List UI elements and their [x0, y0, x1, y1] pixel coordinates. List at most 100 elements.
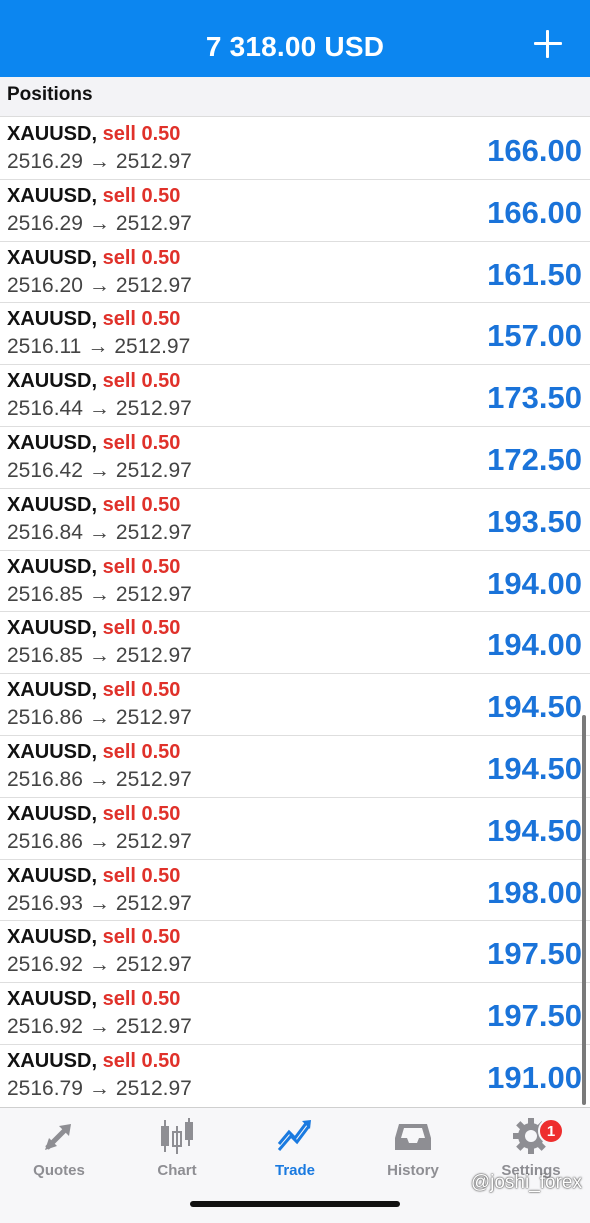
position-prices: 2516.29 → 2512.97: [7, 212, 192, 236]
position-row[interactable]: XAUUSD, sell 0.50 2516.86 → 2512.97 194.50: [0, 674, 590, 736]
positions-section-header: Positions: [0, 77, 590, 117]
position-title: XAUUSD, sell 0.50: [7, 369, 180, 393]
current-price: 2512.97: [115, 520, 192, 544]
position-type: sell 0.50: [102, 617, 181, 640]
tab-trade[interactable]: Trade: [236, 1116, 354, 1188]
position-row[interactable]: XAUUSD, sell 0.50 2516.42 → 2512.97 172.50: [0, 426, 590, 489]
position-row[interactable]: XAUUSD, sell 0.50 2516.29 → 2512.97 166.00: [0, 118, 590, 180]
position-row[interactable]: XAUUSD, sell 0.50 2516.86 → 2512.97 194.50: [0, 797, 590, 860]
section-title: Positions: [7, 84, 93, 105]
position-row[interactable]: XAUUSD, sell 0.50 2516.85 → 2512.97 194.00: [0, 550, 590, 613]
header-bar: 7 318.00 USD: [0, 0, 590, 77]
position-symbol: XAUUSD: [7, 926, 92, 949]
position-row[interactable]: XAUUSD, sell 0.50 2516.44 → 2512.97 173.50: [0, 365, 590, 427]
current-price: 2512.97: [115, 706, 192, 730]
position-type: sell 0.50: [102, 246, 181, 269]
position-profit: 194.50: [487, 812, 582, 848]
tab-chart[interactable]: Chart: [118, 1116, 236, 1188]
separator: ,: [91, 1049, 103, 1072]
current-price: 2512.97: [115, 273, 192, 297]
position-row[interactable]: XAUUSD, sell 0.50 2516.11 → 2512.97 157.00: [0, 303, 590, 366]
position-title: XAUUSD, sell 0.50: [7, 122, 180, 146]
separator: ,: [91, 370, 103, 393]
tab-chart-label: Chart: [157, 1162, 197, 1179]
position-prices: 2516.42 → 2512.97: [7, 459, 192, 483]
position-prices: 2516.85 → 2512.97: [7, 583, 192, 607]
open-price: 2516.44: [7, 397, 83, 421]
position-row[interactable]: XAUUSD, sell 0.50 2516.20 → 2512.97 161.50: [0, 241, 590, 304]
position-symbol: XAUUSD: [7, 431, 92, 454]
arrow-right-icon: →: [88, 458, 110, 482]
separator: ,: [91, 123, 103, 145]
position-row[interactable]: XAUUSD, sell 0.50 2516.93 → 2512.97 198.00: [0, 859, 590, 922]
arrow-right-icon: →: [88, 1015, 110, 1039]
position-type: sell 0.50: [102, 988, 181, 1011]
open-price: 2516.86: [7, 829, 83, 853]
position-type: sell 0.50: [102, 123, 181, 145]
separator: ,: [91, 617, 103, 640]
tab-quotes[interactable]: Quotes: [0, 1116, 118, 1188]
arrow-right-icon: →: [88, 582, 110, 606]
position-type: sell 0.50: [102, 740, 181, 763]
position-title: XAUUSD, sell 0.50: [7, 184, 180, 208]
position-profit: 157.00: [487, 318, 582, 354]
separator: ,: [91, 988, 103, 1011]
arrow-right-icon: →: [88, 706, 110, 730]
position-profit: 194.00: [487, 565, 582, 601]
position-row[interactable]: XAUUSD, sell 0.50 2516.84 → 2512.97 193.50: [0, 488, 590, 551]
position-profit: 191.00: [487, 1059, 582, 1095]
open-price: 2516.79: [7, 1076, 83, 1100]
separator: ,: [91, 926, 103, 949]
open-price: 2516.85: [7, 644, 83, 668]
position-profit: 194.50: [487, 689, 582, 725]
separator: ,: [91, 679, 103, 702]
position-type: sell 0.50: [102, 370, 181, 393]
notification-badge: 1: [538, 1118, 564, 1144]
position-type: sell 0.50: [102, 864, 181, 887]
position-type: sell 0.50: [102, 308, 181, 331]
position-row[interactable]: XAUUSD, sell 0.50 2516.79 → 2512.97 191.00: [0, 1044, 590, 1105]
position-title: XAUUSD, sell 0.50: [7, 431, 180, 455]
position-row[interactable]: XAUUSD, sell 0.50 2516.85 → 2512.97 194.00: [0, 612, 590, 675]
arrow-right-icon: →: [88, 1076, 110, 1100]
position-symbol: XAUUSD: [7, 1049, 92, 1072]
position-type: sell 0.50: [102, 493, 181, 516]
position-row[interactable]: XAUUSD, sell 0.50 2516.92 → 2512.97 197.50: [0, 921, 590, 984]
position-row[interactable]: XAUUSD, sell 0.50 2516.86 → 2512.97 194.50: [0, 735, 590, 798]
separator: ,: [91, 555, 103, 578]
position-title: XAUUSD, sell 0.50: [7, 246, 180, 270]
tab-history[interactable]: History: [354, 1116, 472, 1188]
trade-trend-icon: [277, 1120, 311, 1151]
history-inbox-icon: [395, 1124, 431, 1150]
position-type: sell 0.50: [102, 1049, 181, 1072]
position-prices: 2516.84 → 2512.97: [7, 521, 192, 545]
position-title: XAUUSD, sell 0.50: [7, 616, 180, 640]
position-profit: 173.50: [487, 380, 582, 416]
home-indicator: [190, 1201, 400, 1207]
position-row[interactable]: XAUUSD, sell 0.50 2516.29 → 2512.97 166.00: [0, 179, 590, 242]
current-price: 2512.97: [115, 150, 192, 173]
account-balance: 7 318.00 USD: [205, 31, 385, 62]
open-price: 2516.86: [7, 767, 83, 791]
position-prices: 2516.11 → 2512.97: [7, 335, 190, 359]
scrollbar[interactable]: [582, 715, 586, 1105]
separator: ,: [91, 740, 103, 763]
separator: ,: [91, 493, 103, 516]
arrow-right-icon: →: [88, 644, 110, 668]
position-row[interactable]: XAUUSD, sell 0.50 2516.92 → 2512.97 197.50: [0, 983, 590, 1045]
position-profit: 172.50: [487, 441, 582, 477]
plus-icon[interactable]: [534, 30, 562, 58]
tab-quotes-label: Quotes: [33, 1162, 85, 1179]
position-prices: 2516.79 → 2512.97: [7, 1077, 192, 1101]
watermark: @joshi_forex: [470, 1172, 582, 1193]
position-symbol: XAUUSD: [7, 555, 92, 578]
open-price: 2516.92: [7, 1015, 83, 1039]
position-prices: 2516.92 → 2512.97: [7, 953, 192, 977]
position-type: sell 0.50: [102, 679, 181, 702]
position-symbol: XAUUSD: [7, 370, 92, 393]
position-prices: 2516.86 → 2512.97: [7, 706, 192, 730]
separator: ,: [91, 308, 103, 331]
position-prices: 2516.44 → 2512.97: [7, 397, 192, 421]
position-prices: 2516.92 → 2512.97: [7, 1015, 192, 1039]
position-type: sell 0.50: [102, 431, 181, 454]
